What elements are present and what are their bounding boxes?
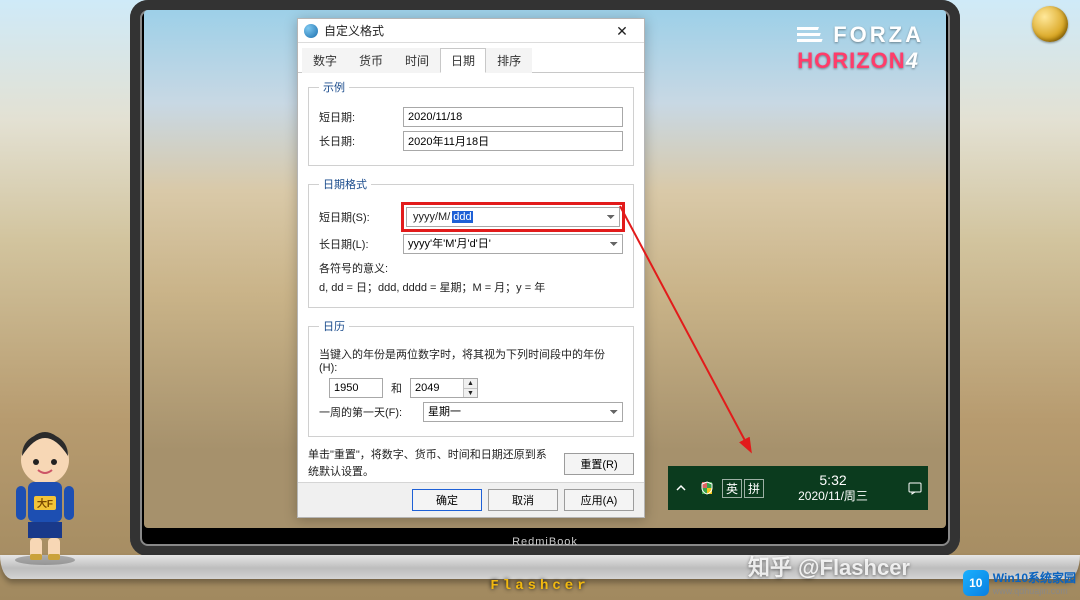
year-to-spinner[interactable]: ▲ ▼ xyxy=(410,378,478,398)
short-date-format-selection: ddd xyxy=(452,211,472,223)
symbol-meaning-text: d, dd = 日；ddd, dddd = 星期；M = 月；y = 年 xyxy=(319,279,623,298)
dialog-tabs: 数字 货币 时间 日期 排序 xyxy=(298,43,644,73)
taskbar-clock[interactable]: 5:32 2020/11/周三 xyxy=(764,472,902,505)
dialog-footer: 确定 取消 应用(A) xyxy=(298,482,644,517)
date-format-group: 日期格式 短日期(S): yyyy/M/ddd 长日期(L): yyyy'年'M… xyxy=(308,176,634,308)
laptop-screen: FORZA HORIZON4 自定义格式 ✕ 数字 货币 时间 日期 排序 xyxy=(144,10,946,528)
notification-center-icon[interactable] xyxy=(902,481,928,495)
ime-language[interactable]: 英 xyxy=(722,479,742,498)
year-from-spinner xyxy=(329,378,383,398)
globe-icon xyxy=(304,24,318,38)
taskbar-time: 5:32 xyxy=(764,472,902,490)
tab-time[interactable]: 时间 xyxy=(394,48,440,73)
site-watermark: 10 Win10系统家园 www.qdhuajin.com xyxy=(963,569,1076,596)
date-format-legend: 日期格式 xyxy=(319,176,371,192)
calendar-legend: 日历 xyxy=(319,318,349,334)
ok-button[interactable]: 确定 xyxy=(412,489,482,511)
long-date-format-label: 长日期(L): xyxy=(319,236,395,252)
dialog-title: 自定义格式 xyxy=(324,22,606,39)
author-avatar-icon: 大F xyxy=(6,426,84,566)
long-date-format-select[interactable]: yyyy'年'M'月'd'日' xyxy=(403,234,623,254)
short-date-example-label: 短日期: xyxy=(319,109,395,125)
site-name: Win10系统家园 xyxy=(993,569,1076,586)
custom-format-dialog: 自定义格式 ✕ 数字 货币 时间 日期 排序 示例 短日期: 长 xyxy=(297,18,645,518)
tab-sort[interactable]: 排序 xyxy=(486,48,532,73)
long-date-example-value xyxy=(403,131,623,151)
year-between-label: 和 xyxy=(391,380,402,396)
first-day-label: 一周的第一天(F): xyxy=(319,404,415,420)
example-group: 示例 短日期: 长日期: xyxy=(308,79,634,166)
year-from-value xyxy=(330,379,382,397)
tab-number[interactable]: 数字 xyxy=(302,48,348,73)
ime-mode[interactable]: 拼 xyxy=(744,479,764,498)
tab-date[interactable]: 日期 xyxy=(440,48,486,73)
laptop-frame: RedmiBook FORZA HORIZON4 自定义格式 xyxy=(130,0,960,556)
calendar-group: 日历 当键入的年份是两位数字时，将其视为下列时间段中的年份(H): 和 ▲ xyxy=(308,318,634,437)
two-digit-year-label: 当键入的年份是两位数字时，将其视为下列时间段中的年份(H): xyxy=(319,346,623,374)
symbol-meaning-label: 各符号的意义: xyxy=(319,260,623,279)
tray-chevron-icon[interactable] xyxy=(668,466,694,510)
reset-button[interactable]: 重置(R) xyxy=(564,453,634,475)
year-to-value[interactable] xyxy=(411,379,463,397)
long-date-example-label: 长日期: xyxy=(319,133,395,149)
first-day-select[interactable]: 星期一 xyxy=(423,402,623,422)
reset-note: 单击"重置"，将数字、货币、时间和日期还原到系统默认设置。 xyxy=(308,447,554,480)
svg-text:大F: 大F xyxy=(37,497,53,510)
short-date-format-select[interactable]: yyyy/M/ddd xyxy=(406,207,620,227)
short-date-format-prefix: yyyy/M/ xyxy=(411,211,452,223)
site-logo-icon: 10 xyxy=(963,570,989,596)
forza-stripes-icon xyxy=(797,27,827,45)
close-button[interactable]: ✕ xyxy=(606,24,638,38)
apply-button[interactable]: 应用(A) xyxy=(564,489,634,511)
short-date-format-label: 短日期(S): xyxy=(319,209,395,225)
year-to-up-button[interactable]: ▲ xyxy=(464,379,477,389)
laptop-hinge xyxy=(0,555,1080,579)
defender-shield-icon[interactable] xyxy=(694,466,720,510)
laptop-brand-label: RedmiBook xyxy=(512,536,578,548)
example-legend: 示例 xyxy=(319,79,349,95)
dialog-titlebar[interactable]: 自定义格式 ✕ xyxy=(298,19,644,43)
coin-icon xyxy=(1032,6,1068,42)
site-url: www.qdhuajin.com xyxy=(993,586,1076,596)
zhihu-watermark: 知乎 @Flashcer xyxy=(748,550,910,582)
short-date-highlight-box: yyyy/M/ddd xyxy=(401,202,625,232)
tab-currency[interactable]: 货币 xyxy=(348,48,394,73)
taskbar-date: 2020/11/周三 xyxy=(764,489,902,504)
taskbar-tray: 英 拼 5:32 2020/11/周三 xyxy=(668,466,928,510)
cancel-button[interactable]: 取消 xyxy=(488,489,558,511)
forza-logo: FORZA HORIZON4 xyxy=(797,22,924,74)
short-date-example-value xyxy=(403,107,623,127)
author-signature: Flashcer xyxy=(490,578,589,594)
year-to-down-button[interactable]: ▼ xyxy=(464,389,477,398)
